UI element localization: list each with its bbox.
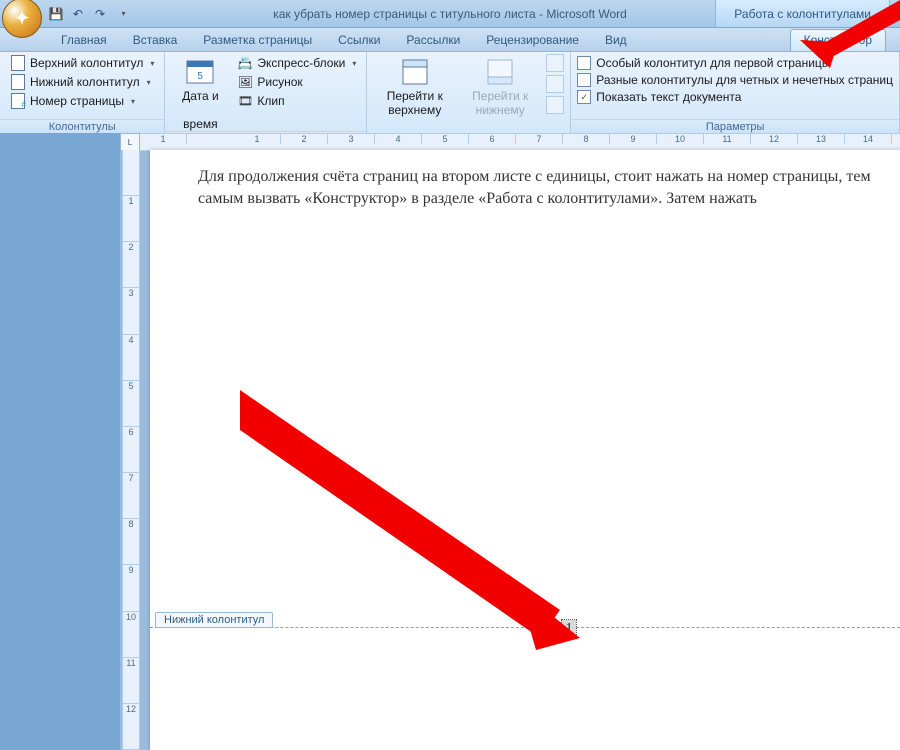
header-button[interactable]: Верхний колонтитул [6, 54, 158, 72]
date-time-button[interactable]: 5 Дата ивремя [171, 54, 229, 131]
save-icon[interactable]: 💾 [48, 6, 64, 22]
page-number-button[interactable]: # Номер страницы [6, 92, 158, 110]
quick-parts-icon: 📇 [237, 55, 253, 71]
svg-text:5: 5 [198, 71, 204, 82]
quick-access-toolbar: 💾 ↶ ↷ [48, 6, 130, 22]
tab-home[interactable]: Главная [48, 30, 120, 51]
undo-icon[interactable]: ↶ [70, 6, 86, 22]
group-insert: 5 Дата ивремя 📇 Экспресс-блоки 🖼 Рисунок… [165, 52, 367, 135]
group-options: Особый колонтитул для первой страницы Ра… [571, 52, 900, 135]
odd-even-pages-checkbox[interactable]: Разные колонтитулы для четных и нечетных… [577, 73, 893, 87]
calendar-icon: 5 [184, 56, 216, 88]
checkbox-checked-icon: ✓ [577, 90, 591, 104]
clip-button[interactable]: 🎞 Клип [233, 92, 360, 110]
goto-header-icon [399, 56, 431, 88]
quick-parts-button[interactable]: 📇 Экспресс-блоки [233, 54, 360, 72]
footer-label-tab[interactable]: Нижний колонтитул [155, 612, 273, 628]
previous-section-button[interactable] [546, 54, 564, 72]
footer-button[interactable]: Нижний колонтитул [6, 73, 158, 91]
tab-page-layout[interactable]: Разметка страницы [190, 30, 325, 51]
vertical-ruler[interactable]: 123456789101112 [122, 150, 140, 750]
goto-header-button[interactable]: Перейти к верхнемуколонтитулу [373, 54, 456, 145]
link-previous-button[interactable] [546, 96, 564, 114]
header-icon [10, 55, 26, 71]
tab-review[interactable]: Рецензирование [473, 30, 592, 51]
group-headerfooter: Верхний колонтитул Нижний колонтитул # Н… [0, 52, 165, 135]
nav-small-buttons [546, 54, 564, 114]
clip-art-icon: 🎞 [237, 93, 253, 109]
page-number-field[interactable]: 1 [562, 620, 576, 638]
document-page[interactable]: Для продолжения счёта страниц на втором … [150, 150, 900, 750]
page-number-icon: # [10, 93, 26, 109]
goto-footer-icon [484, 56, 516, 88]
tab-view[interactable]: Вид [592, 30, 640, 51]
next-section-button[interactable] [546, 75, 564, 93]
horizontal-ruler[interactable]: 112345678910111213141516 [140, 133, 900, 151]
redo-icon[interactable]: ↷ [92, 6, 108, 22]
body-text: Для продолжения счёта страниц на втором … [198, 166, 900, 209]
tab-mailings[interactable]: Рассылки [393, 30, 473, 51]
titlebar: ✦ 💾 ↶ ↷ как убрать номер страницы с титу… [0, 0, 900, 28]
qat-dropdown-icon[interactable] [114, 6, 130, 22]
tab-references[interactable]: Ссылки [325, 30, 393, 51]
office-logo-icon: ✦ [14, 8, 29, 29]
ribbon: Верхний колонтитул Нижний колонтитул # Н… [0, 52, 900, 136]
window-title: как убрать номер страницы с титульного л… [273, 7, 627, 21]
tab-selector[interactable]: L [120, 133, 140, 151]
tab-insert[interactable]: Вставка [120, 30, 191, 51]
left-gutter [0, 133, 120, 750]
contextual-tab-title: Работа с колонтитулами [715, 0, 890, 27]
group-navigation: Перейти к верхнемуколонтитулу Перейти к … [367, 52, 571, 135]
checkbox-icon [577, 56, 591, 70]
different-first-page-checkbox[interactable]: Особый колонтитул для первой страницы [577, 56, 893, 70]
checkbox-icon [577, 73, 591, 87]
goto-footer-button: Перейти к нижнемуколонтитулу [460, 54, 540, 145]
tab-design[interactable]: Конструктор [790, 29, 886, 51]
picture-button[interactable]: 🖼 Рисунок [233, 73, 360, 91]
ribbon-tabs: Главная Вставка Разметка страницы Ссылки… [0, 28, 900, 52]
picture-icon: 🖼 [237, 74, 253, 90]
footer-icon [10, 74, 26, 90]
show-document-text-checkbox[interactable]: ✓ Показать текст документа [577, 90, 893, 104]
